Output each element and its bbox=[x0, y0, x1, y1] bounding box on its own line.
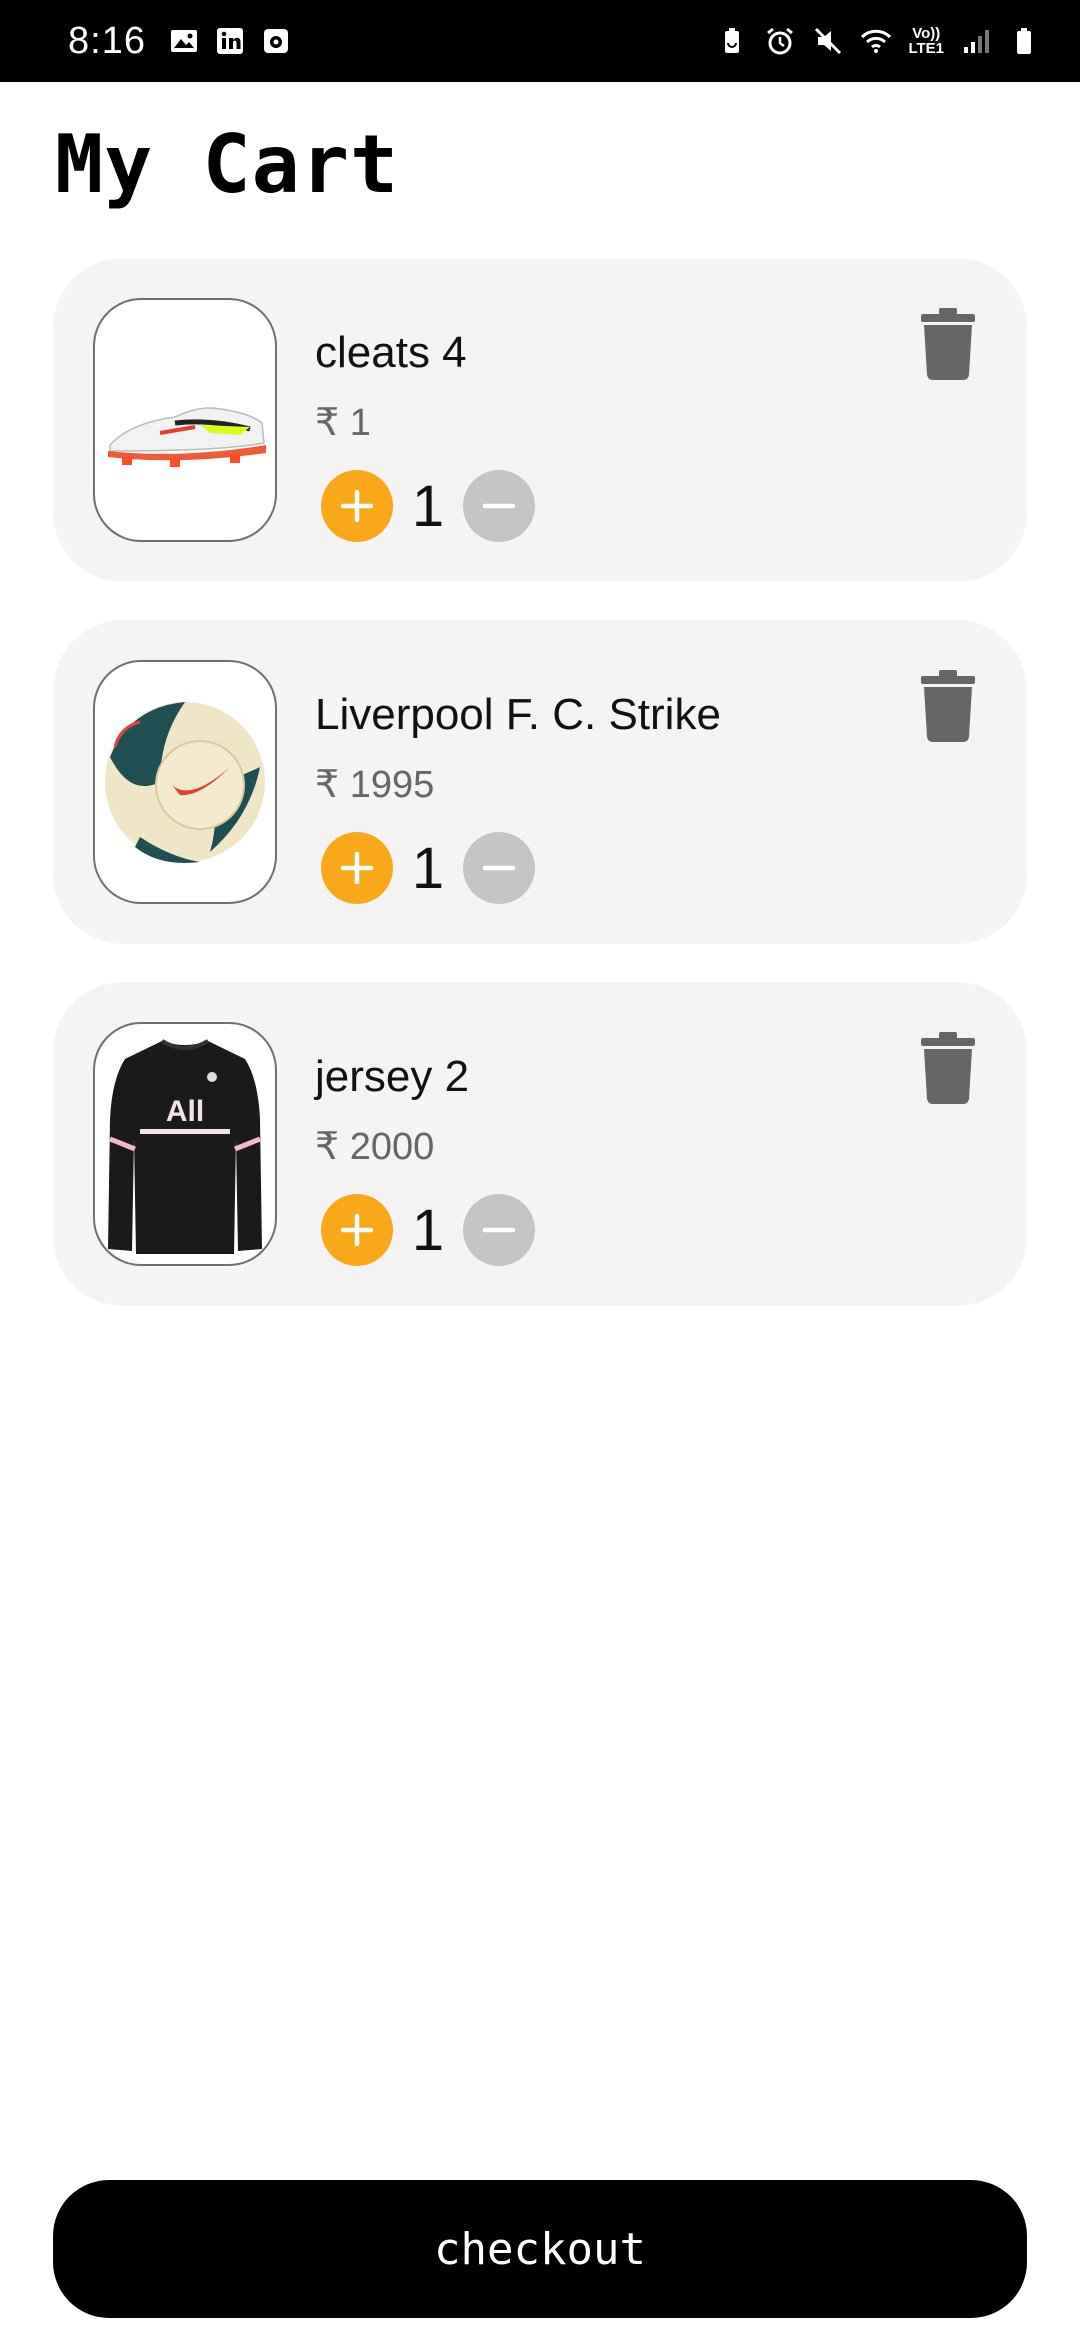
quantity-value: 1 bbox=[411, 835, 445, 901]
status-left-icons bbox=[168, 25, 292, 57]
quantity-stepper: 1 bbox=[321, 832, 535, 904]
jersey-image[interactable]: All bbox=[93, 1022, 277, 1266]
minus-icon bbox=[482, 865, 516, 871]
cart-item[interactable]: cleats 4 ₹ 1 1 bbox=[53, 258, 1027, 582]
item-name: Liverpool F. C. Strike bbox=[315, 690, 721, 739]
decrease-quantity-button[interactable] bbox=[463, 832, 535, 904]
status-right-icons: Vo)) LTE1 bbox=[716, 25, 1040, 57]
item-name: jersey 2 bbox=[315, 1052, 470, 1101]
item-name: cleats 4 bbox=[315, 328, 467, 377]
checkout-button[interactable]: checkout bbox=[53, 2180, 1027, 2318]
minus-icon bbox=[482, 503, 516, 509]
plus-icon bbox=[340, 851, 374, 885]
quantity-stepper: 1 bbox=[321, 1194, 535, 1266]
minus-icon bbox=[482, 1227, 516, 1233]
quantity-stepper: 1 bbox=[321, 470, 535, 542]
plus-icon bbox=[340, 1213, 374, 1247]
lte-label: LTE1 bbox=[908, 40, 944, 57]
status-bar: 8:16 Vo)) LTE1 bbox=[0, 0, 1080, 82]
increase-quantity-button[interactable] bbox=[321, 1194, 393, 1266]
football-image[interactable] bbox=[93, 660, 277, 904]
battery-saver-icon bbox=[716, 25, 748, 57]
decrease-quantity-button[interactable] bbox=[463, 1194, 535, 1266]
plus-icon bbox=[340, 489, 374, 523]
trash-icon bbox=[921, 1032, 975, 1104]
wifi-icon bbox=[860, 25, 892, 57]
item-price: ₹ 1995 bbox=[315, 764, 435, 806]
linkedin-icon bbox=[214, 25, 246, 57]
alarm-icon bbox=[764, 25, 796, 57]
app-notification-icon bbox=[260, 25, 292, 57]
network-type-label: Vo)) LTE1 bbox=[908, 26, 944, 56]
mute-icon bbox=[812, 25, 844, 57]
cart-item[interactable]: Liverpool F. C. Strike ₹ 1995 1 bbox=[53, 620, 1027, 944]
item-price: ₹ 1 bbox=[315, 402, 371, 444]
signal-icon bbox=[960, 25, 992, 57]
delete-item-button[interactable] bbox=[919, 670, 977, 742]
battery-icon bbox=[1008, 25, 1040, 57]
cart-list: cleats 4 ₹ 1 1 Liverpool F. C. Strike ₹ … bbox=[53, 258, 1027, 1344]
trash-icon bbox=[921, 670, 975, 742]
quantity-value: 1 bbox=[411, 473, 445, 539]
delete-item-button[interactable] bbox=[919, 1032, 977, 1104]
increase-quantity-button[interactable] bbox=[321, 470, 393, 542]
gallery-icon bbox=[168, 25, 200, 57]
cleats-image[interactable] bbox=[93, 298, 277, 542]
page-title: My Cart bbox=[55, 118, 400, 211]
item-price: ₹ 2000 bbox=[315, 1126, 435, 1168]
trash-icon bbox=[921, 308, 975, 380]
increase-quantity-button[interactable] bbox=[321, 832, 393, 904]
cart-item[interactable]: All jersey 2 ₹ 2000 1 bbox=[53, 982, 1027, 1306]
svg-text:All: All bbox=[166, 1095, 204, 1128]
status-time: 8:16 bbox=[68, 19, 146, 62]
decrease-quantity-button[interactable] bbox=[463, 470, 535, 542]
quantity-value: 1 bbox=[411, 1197, 445, 1263]
delete-item-button[interactable] bbox=[919, 308, 977, 380]
